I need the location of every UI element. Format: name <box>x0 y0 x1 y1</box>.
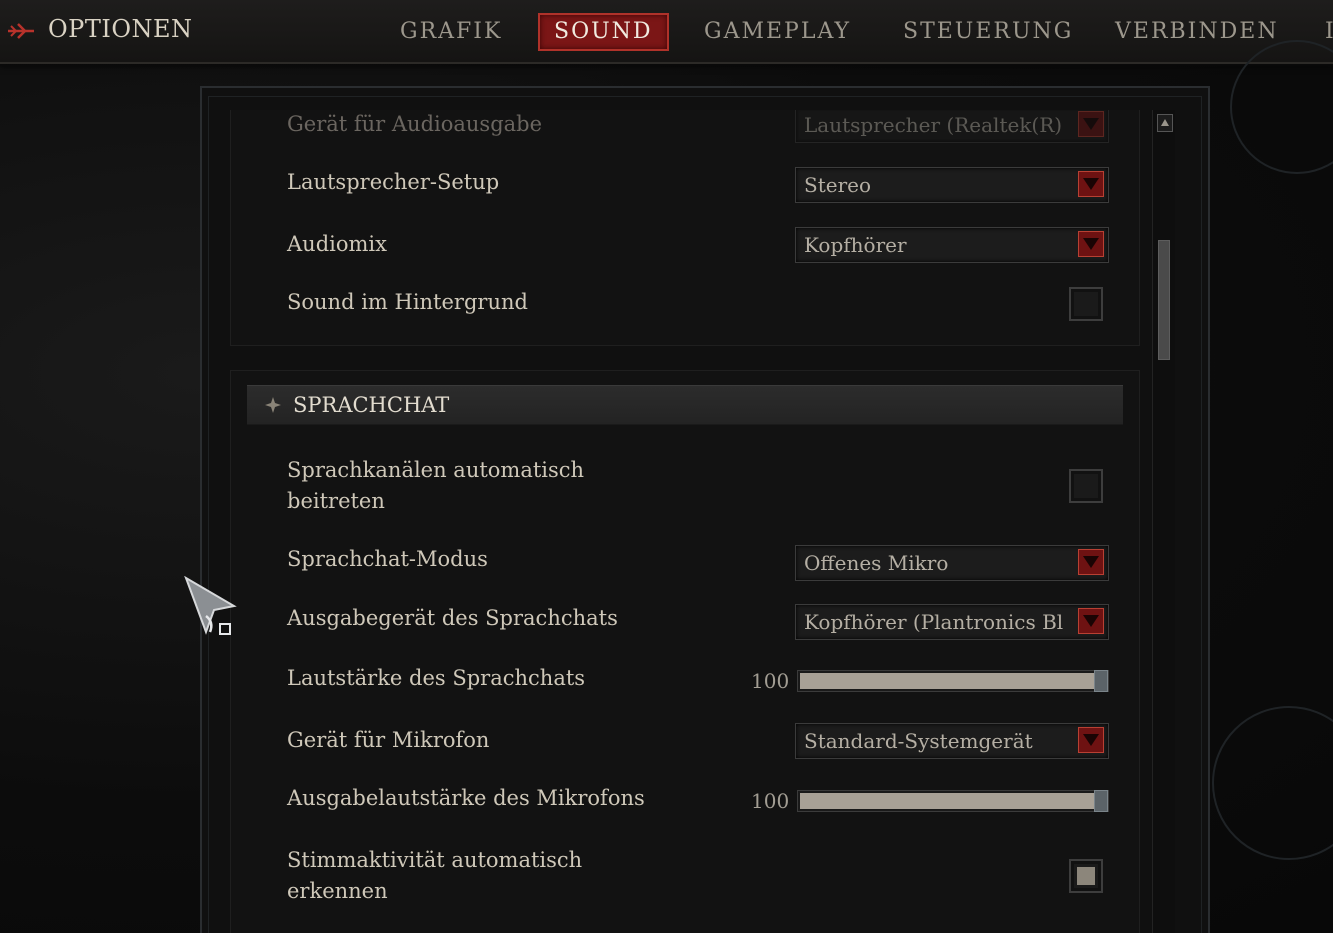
voice-output-device-label: Ausgabegerät des Sprachchats <box>287 606 618 630</box>
slider-handle[interactable] <box>1094 790 1108 812</box>
page-title: OPTIONEN <box>48 15 193 43</box>
scroll-up-icon[interactable] <box>1157 114 1173 132</box>
tab-grafik[interactable]: GRAFIK <box>400 15 502 49</box>
voice-chat-section: SPRACHCHAT Sprachkanälen automatisch bei… <box>230 370 1140 933</box>
chevron-down-icon <box>1078 111 1104 137</box>
dropdown-value: Kopfhörer (Plantronics Blackwire) <box>804 610 1064 634</box>
voice-volume-slider[interactable] <box>797 670 1109 692</box>
options-scroll-area[interactable]: Gerät für Audioausgabe Lautsprecher (Rea… <box>230 110 1140 933</box>
voice-output-device-dropdown[interactable]: Kopfhörer (Plantronics Blackwire) <box>795 604 1109 640</box>
dropdown-value: Lautsprecher (Realtek(R) Audio) <box>804 113 1064 137</box>
options-screen: OPTIONEN GRAFIK SOUND GAMEPLAY STEUERUNG… <box>0 0 1333 933</box>
audiomix-label: Audiomix <box>287 232 387 256</box>
dropdown-value: Stereo <box>804 173 872 197</box>
section-title: SPRACHCHAT <box>293 393 450 417</box>
speaker-setup-label: Lautsprecher-Setup <box>287 170 500 194</box>
section-header: SPRACHCHAT <box>247 385 1123 425</box>
tab-sound[interactable]: SOUND <box>538 13 669 51</box>
rune-circle-icon <box>1212 706 1333 860</box>
auto-join-checkbox[interactable] <box>1069 469 1103 503</box>
dropdown-value: Offenes Mikro <box>804 551 949 575</box>
scrollbar[interactable] <box>1152 110 1175 933</box>
back-arrow-icon[interactable] <box>6 22 36 40</box>
audio-output-device-label: Gerät für Audioausgabe <box>287 112 543 136</box>
mic-device-dropdown[interactable]: Standard-Systemgerät <box>795 723 1109 759</box>
voice-detect-label-line1: Stimmaktivität automatisch <box>287 848 583 872</box>
slider-handle[interactable] <box>1094 670 1108 692</box>
background-sound-checkbox[interactable] <box>1069 287 1103 321</box>
audiomix-dropdown[interactable]: Kopfhörer <box>795 227 1109 263</box>
voice-detect-checkbox[interactable] <box>1069 859 1103 893</box>
tab-steuerung[interactable]: STEUERUNG <box>903 15 1073 49</box>
diamond-icon <box>265 397 281 413</box>
mic-volume-label: Ausgabelautstärke des Mikrofons <box>287 786 645 810</box>
chevron-down-icon <box>1078 231 1104 257</box>
voice-chat-mode-label: Sprachchat-Modus <box>287 547 488 571</box>
voice-volume-label: Lautstärke des Sprachchats <box>287 666 586 690</box>
auto-join-label-line2: beitreten <box>287 489 385 513</box>
auto-join-label-line1: Sprachkanälen automatisch <box>287 458 585 482</box>
mic-volume-value: 100 <box>751 789 790 813</box>
scroll-thumb[interactable] <box>1158 240 1170 360</box>
slider-fill <box>800 793 1094 809</box>
dropdown-value: Standard-Systemgerät <box>804 729 1033 753</box>
tab-overflow-partial: I <box>1325 19 1333 44</box>
mic-volume-slider[interactable] <box>797 790 1109 812</box>
chevron-down-icon <box>1078 549 1104 575</box>
audio-section: Gerät für Audioausgabe Lautsprecher (Rea… <box>230 110 1140 346</box>
chevron-down-icon <box>1078 727 1104 753</box>
tab-verbinden[interactable]: VERBINDEN <box>1115 15 1279 49</box>
background-sound-label: Sound im Hintergrund <box>287 290 528 314</box>
speaker-setup-dropdown[interactable]: Stereo <box>795 167 1109 203</box>
options-header-bar: OPTIONEN GRAFIK SOUND GAMEPLAY STEUERUNG… <box>0 0 1333 68</box>
voice-volume-value: 100 <box>751 669 790 693</box>
voice-detect-label-line2: erkennen <box>287 879 388 903</box>
tab-gameplay[interactable]: GAMEPLAY <box>704 15 851 49</box>
mic-device-label: Gerät für Mikrofon <box>287 728 490 752</box>
mouse-cursor-icon <box>184 576 237 635</box>
dropdown-value: Kopfhörer <box>804 233 907 257</box>
slider-fill <box>800 673 1094 689</box>
voice-chat-mode-dropdown[interactable]: Offenes Mikro <box>795 545 1109 581</box>
audio-output-device-dropdown[interactable]: Lautsprecher (Realtek(R) Audio) <box>795 110 1109 143</box>
chevron-down-icon <box>1078 608 1104 634</box>
chevron-down-icon <box>1078 171 1104 197</box>
